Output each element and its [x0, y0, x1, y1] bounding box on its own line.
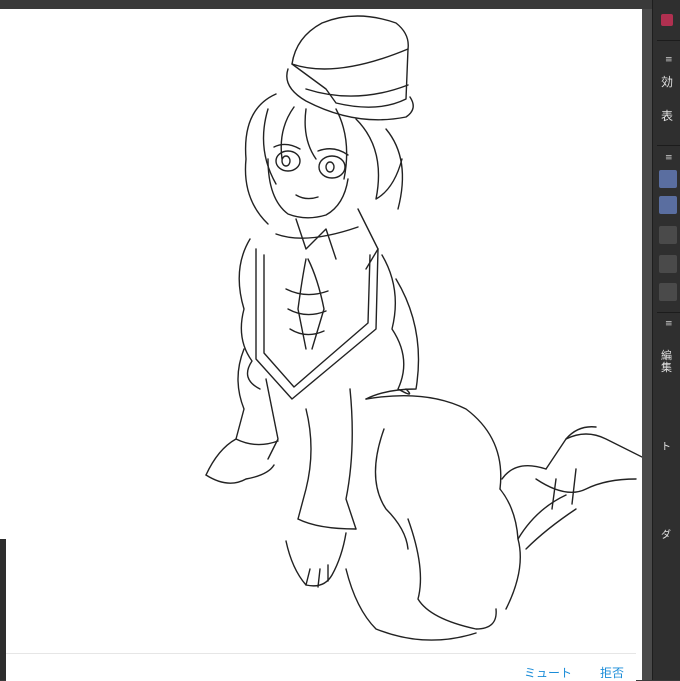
mute-button[interactable]: ミュート [524, 664, 572, 681]
color-swatch-icon[interactable] [661, 14, 673, 26]
tool-button-3[interactable] [659, 226, 677, 244]
panel-menu-icon[interactable]: ≡ [665, 56, 673, 65]
canvas-left-edge [0, 9, 6, 539]
panel-label-small-1: ト [661, 442, 671, 453]
panel-label-edit: 編集 [661, 349, 672, 374]
panel-label-small-2: ダ [661, 530, 671, 541]
canvas-paper[interactable] [6, 9, 642, 680]
reject-button[interactable]: 拒否 [600, 664, 624, 681]
message-bar: ミュート 拒否 [6, 653, 636, 681]
panel-menu-icon-3[interactable]: ≡ [665, 320, 673, 329]
tool-button-active[interactable] [659, 170, 677, 188]
line-art-drawing [205, 15, 642, 641]
vertical-scrollbar[interactable] [642, 9, 652, 680]
right-tool-panel: ≡ 効 表 ≡ ≡ 編集 ト ダ [652, 0, 680, 680]
panel-label-effect: 効 [661, 75, 674, 89]
tool-button-4[interactable] [659, 255, 677, 273]
top-strip [0, 0, 680, 9]
panel-label-display: 表 [661, 109, 674, 123]
tool-button-selected[interactable] [659, 196, 677, 214]
canvas-area[interactable] [0, 9, 650, 680]
tool-button-5[interactable] [659, 283, 677, 301]
panel-menu-icon-2[interactable]: ≡ [665, 154, 673, 163]
